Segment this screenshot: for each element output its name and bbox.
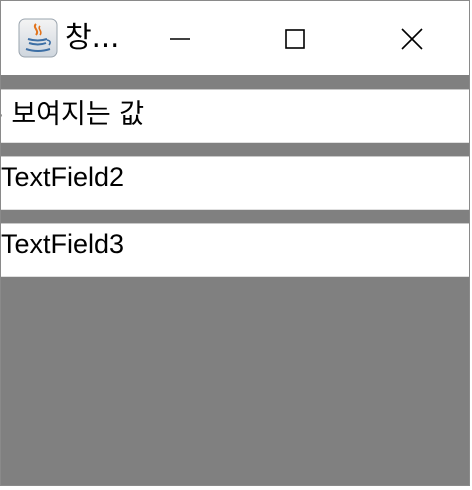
text-field-1[interactable]: - 보여지는 값	[1, 89, 469, 143]
minimize-icon	[170, 38, 190, 40]
close-button[interactable]	[367, 1, 455, 75]
maximize-icon	[285, 29, 305, 49]
text-field-2-value: TextField2	[1, 162, 125, 192]
maximize-button[interactable]	[251, 1, 339, 75]
minimize-button[interactable]	[137, 1, 225, 75]
window-title: 창...	[65, 20, 120, 54]
text-field-3[interactable]: TextField3	[1, 223, 469, 277]
text-field-3-value: TextField3	[1, 229, 125, 259]
text-field-1-value: - 보여지는 값	[1, 99, 145, 130]
text-field-2[interactable]: TextField2	[1, 156, 469, 210]
close-icon	[401, 28, 423, 50]
java-coffee-icon	[18, 18, 58, 58]
app-window: 창... - 보여지는 값 TextField2 TextField3	[0, 0, 470, 486]
desktop-background	[0, 486, 472, 490]
content-pane: - 보여지는 값 TextField2 TextField3	[1, 75, 469, 485]
title-bar[interactable]: 창...	[1, 1, 469, 75]
